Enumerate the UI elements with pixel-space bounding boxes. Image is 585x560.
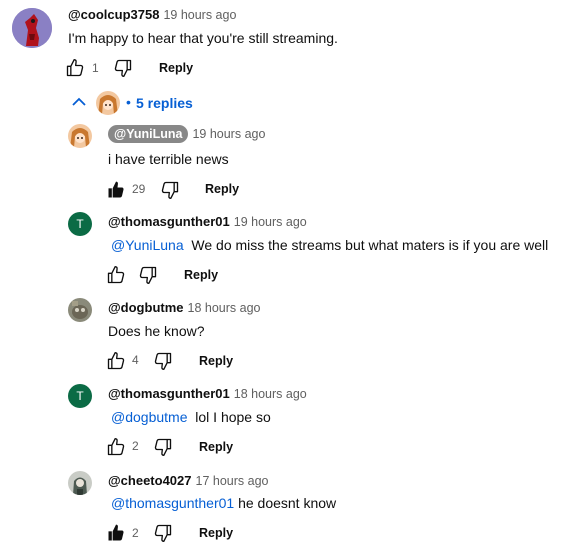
like-icon[interactable] <box>106 180 126 200</box>
dislike-icon[interactable] <box>160 180 180 200</box>
comment-header: @coolcup3758 19 hours ago <box>68 7 236 22</box>
avatar[interactable] <box>68 124 92 148</box>
author-handle[interactable]: @cheeto4027 <box>108 473 192 488</box>
avatar[interactable] <box>68 298 92 322</box>
mention-link[interactable]: @dogbutme <box>111 409 187 425</box>
like-count: 29 <box>132 182 146 196</box>
creator-handle-badge[interactable]: @YuniLuna <box>108 125 189 143</box>
dislike-icon[interactable] <box>153 437 173 457</box>
reply-button[interactable]: Reply <box>199 354 233 368</box>
timestamp[interactable]: 19 hours ago <box>163 8 236 22</box>
author-handle[interactable]: @thomasgunther01 <box>108 386 230 401</box>
comment-header: @thomasgunther01 19 hours ago <box>108 214 307 229</box>
dislike-icon[interactable] <box>113 58 133 78</box>
like-count: 2 <box>132 526 139 540</box>
like-icon[interactable] <box>65 58 85 78</box>
comment-text: @thomasgunther01 he doesnt know <box>111 495 336 511</box>
like-icon[interactable] <box>106 437 126 457</box>
like-count: 2 <box>132 439 139 453</box>
like-count: 1 <box>92 61 99 75</box>
mention-link[interactable]: @thomasgunther01 <box>111 495 234 511</box>
like-icon[interactable] <box>106 265 126 285</box>
comment-header: @thomasgunther01 18 hours ago <box>108 386 307 401</box>
timestamp[interactable]: 19 hours ago <box>234 215 307 229</box>
comment-text: I'm happy to hear that you're still stre… <box>68 30 338 46</box>
avatar <box>96 91 120 115</box>
chevron-up-icon <box>72 97 86 106</box>
comment-message: We do miss the streams but what maters i… <box>191 237 549 253</box>
comment-text: Does he know? <box>108 323 205 339</box>
mention-link[interactable]: @YuniLuna <box>111 237 184 253</box>
like-icon[interactable] <box>106 523 126 543</box>
dislike-icon[interactable] <box>153 523 173 543</box>
dislike-icon[interactable] <box>138 265 158 285</box>
avatar[interactable] <box>68 471 92 495</box>
reply-button[interactable]: Reply <box>184 268 218 282</box>
reply-button[interactable]: Reply <box>199 440 233 454</box>
timestamp[interactable]: 17 hours ago <box>196 474 269 488</box>
avatar[interactable]: T <box>68 384 92 408</box>
author-handle[interactable]: @coolcup3758 <box>68 7 159 22</box>
avatar-image <box>12 8 52 48</box>
like-icon[interactable] <box>106 351 126 371</box>
replies-toggle[interactable]: • 5 replies <box>64 90 204 116</box>
comment-header: @cheeto4027 17 hours ago <box>108 473 268 488</box>
timestamp[interactable]: 19 hours ago <box>192 127 265 141</box>
timestamp[interactable]: 18 hours ago <box>234 387 307 401</box>
reply-button[interactable]: Reply <box>205 182 239 196</box>
like-count: 4 <box>132 353 139 367</box>
author-handle[interactable]: @dogbutme <box>108 300 184 315</box>
comment-text: i have terrible news <box>108 151 229 167</box>
replies-count-link[interactable]: 5 replies <box>136 95 193 111</box>
comment-header: @YuniLuna 19 hours ago <box>108 125 265 143</box>
timestamp[interactable]: 18 hours ago <box>188 301 261 315</box>
comment-message: lol I hope so <box>195 409 271 425</box>
comment-text: @YuniLuna We do miss the streams but wha… <box>111 237 548 253</box>
avatar[interactable]: T <box>68 212 92 236</box>
reply-button[interactable]: Reply <box>159 61 193 75</box>
dislike-icon[interactable] <box>153 351 173 371</box>
avatar[interactable] <box>12 8 52 48</box>
comment-text: @dogbutme lol I hope so <box>111 409 271 425</box>
bullet-separator: • <box>126 94 131 110</box>
author-handle[interactable]: @thomasgunther01 <box>108 214 230 229</box>
reply-button[interactable]: Reply <box>199 526 233 540</box>
comment-message: he doesnt know <box>238 495 337 511</box>
comment-header: @dogbutme 18 hours ago <box>108 300 260 315</box>
